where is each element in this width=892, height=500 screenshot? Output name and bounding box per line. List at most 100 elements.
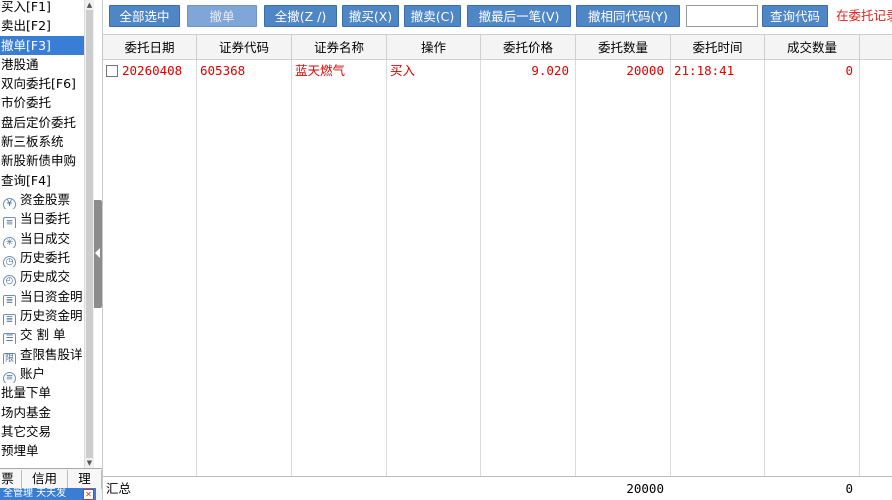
menu-item-label: 查限售股详 (20, 347, 83, 362)
document-icon: ≡ (3, 217, 16, 228)
column-header-filled-quantity[interactable]: 成交数量 (765, 35, 860, 60)
summary-row: 汇总 20000 0 (103, 476, 892, 500)
cell-order-time: 21:18:41 (674, 63, 735, 78)
status-banner: 全管理 天天发 (0, 488, 96, 500)
column-divider (859, 60, 860, 500)
column-divider (196, 60, 197, 500)
cancel-order-button[interactable]: 撤单 (187, 5, 257, 27)
summary-order-quantity: 20000 (626, 481, 664, 496)
history-icon: ◷ (3, 256, 16, 267)
cell-action: 买入 (390, 63, 416, 78)
menu-item-history-deals[interactable]: ◴ 历史成交 (0, 267, 84, 286)
column-header-security-code[interactable]: 证券代码 (197, 35, 292, 60)
select-all-button[interactable]: 全部选中 (109, 5, 180, 27)
list-icon: ☰ (3, 333, 16, 344)
column-header-order-price[interactable]: 委托价格 (481, 35, 576, 60)
deal-icon: ✳ (3, 237, 16, 248)
collapse-sidebar-handle[interactable] (94, 200, 102, 308)
menu-item-other-trading[interactable]: 其它交易 (0, 422, 84, 441)
summary-label: 汇总 (106, 481, 132, 496)
menu-item-restricted-shares[interactable]: 限查限售股详 (0, 345, 84, 364)
column-divider (480, 60, 481, 500)
cell-filled-quantity: 0 (845, 63, 853, 78)
scroll-down-arrow-icon[interactable]: ▼ (85, 458, 94, 468)
summary-filled-quantity: 0 (845, 481, 853, 496)
column-header-order-quantity[interactable]: 委托数量 (576, 35, 671, 60)
column-header-overflow (860, 35, 892, 60)
cell-order-price: 9.020 (531, 63, 569, 78)
column-divider (291, 60, 292, 500)
table-header: 委托日期 证券代码 证券名称 操作 委托价格 委托数量 委托时间 成交数量 (103, 34, 892, 60)
left-menu: 买入[F1] 卖出[F2] 撤单[F3] 港股通 双向委托[F6] 市价委托 盘… (0, 0, 94, 468)
menu-item-delivery-slip[interactable]: ☰ 交 割 单 (0, 325, 84, 344)
column-header-order-time[interactable]: 委托时间 (671, 35, 765, 60)
menu-item-today-deals[interactable]: ✳ 当日成交 (0, 229, 84, 248)
column-header-order-date[interactable]: 委托日期 (103, 35, 197, 60)
hint-text: 在委托记录上 (836, 8, 892, 23)
row-checkbox[interactable] (106, 65, 118, 77)
menu-item-label: 当日资金明 (20, 289, 83, 304)
menu-item-neeq[interactable]: 新三板系统 (0, 132, 84, 151)
close-icon[interactable]: ✕ (83, 489, 94, 500)
scroll-up-arrow-icon[interactable]: ▲ (85, 0, 94, 10)
menu-item-batch-order[interactable]: 批量下单 (0, 383, 84, 402)
menu-item-label: 当日委托 (20, 211, 71, 226)
cancel-buy-button[interactable]: 撤买(X) (342, 5, 399, 27)
menu-item-preset-order[interactable]: 预埋单 (0, 441, 84, 460)
cancel-sell-button[interactable]: 撤卖(C) (404, 5, 461, 27)
menu-item-cancel-order[interactable]: 撤单[F3] (0, 36, 84, 55)
money-icon: ¥ (3, 198, 16, 209)
menu-item-exchange-fund[interactable]: 场内基金 (0, 403, 84, 422)
order-date-value: 20260408 (122, 63, 183, 78)
menu-item-account[interactable]: ≡ 账户 (0, 364, 84, 383)
menu-item-label: 历史成交 (20, 269, 71, 284)
cell-security-code: 605368 (200, 63, 246, 78)
cancel-last-button[interactable]: 撤最后一笔(V) (467, 5, 571, 27)
statement-icon: ≣ (3, 295, 16, 306)
menu-item-hk-connect[interactable]: 港股通 (0, 55, 84, 74)
cancel-same-code-button[interactable]: 撤相同代码(Y) (576, 5, 680, 27)
cell-order-date: 20260408 (103, 60, 196, 82)
code-input[interactable] (686, 5, 758, 27)
menu-item-two-way-order[interactable]: 双向委托[F6] (0, 74, 84, 93)
menu-item-funds-stocks[interactable]: ¥ 资金股票 (0, 190, 84, 209)
menu-item-query[interactable]: 查询[F4] (0, 171, 84, 190)
menu-item-label: 当日成交 (20, 231, 71, 246)
table-row[interactable]: 20260408 605368 蓝天燃气 买入 9.020 20000 21:1… (103, 60, 892, 82)
tab-credit[interactable]: 信用 (22, 470, 68, 489)
tab-wealth[interactable]: 理 (68, 470, 102, 489)
cancel-all-button[interactable]: 全撤(Z /) (264, 5, 337, 27)
trading-window: 买入[F1] 卖出[F2] 撤单[F3] 港股通 双向委托[F6] 市价委托 盘… (0, 0, 892, 500)
menu-item-buy[interactable]: 买入[F1] (0, 0, 84, 16)
column-header-action[interactable]: 操作 (387, 35, 481, 60)
menu-scrollbar[interactable]: ▲ ▼ (84, 0, 94, 468)
menu-item-label: 资金股票 (20, 192, 71, 207)
restricted-icon: 限 (3, 353, 16, 364)
menu-item-label: 交 割 单 (20, 327, 66, 342)
tab-stock[interactable]: 票 (0, 470, 22, 489)
column-divider (764, 60, 765, 500)
menu-item-today-orders[interactable]: ≡ 当日委托 (0, 209, 84, 228)
menu-item-label: 历史委托 (20, 250, 71, 265)
menu-item-label: 历史资金明 (20, 308, 83, 323)
menu-item-ipo-subscription[interactable]: 新股新债申购 (0, 151, 84, 170)
chevron-left-icon (95, 248, 100, 258)
pending-orders-table: 委托日期 证券代码 证券名称 操作 委托价格 委托数量 委托时间 成交数量 20… (103, 34, 892, 500)
menu-item-history-orders[interactable]: ◷ 历史委托 (0, 248, 84, 267)
toolbar: 全部选中 撤单 全撤(Z /) 撤买(X) 撤卖(C) 撤最后一笔(V) 撤相同… (103, 0, 892, 34)
column-divider (386, 60, 387, 500)
history-deal-icon: ◴ (3, 275, 16, 286)
menu-item-market-order[interactable]: 市价委托 (0, 93, 84, 112)
column-divider (670, 60, 671, 500)
menu-item-today-fund-statement[interactable]: ≣ 当日资金明 (0, 287, 84, 306)
scrollbar-thumb[interactable] (86, 10, 93, 458)
menu-item-history-fund-statement[interactable]: ≣ 历史资金明 (0, 306, 84, 325)
account-icon: ≡ (3, 372, 16, 383)
cell-order-quantity: 20000 (626, 63, 664, 78)
query-code-button[interactable]: 查询代码 (762, 5, 828, 27)
cell-security-name: 蓝天燃气 (295, 63, 346, 78)
menu-item-label: 账户 (20, 366, 46, 381)
menu-item-sell[interactable]: 卖出[F2] (0, 16, 84, 35)
column-header-security-name[interactable]: 证券名称 (292, 35, 387, 60)
menu-item-after-hours-order[interactable]: 盘后定价委托 (0, 113, 84, 132)
